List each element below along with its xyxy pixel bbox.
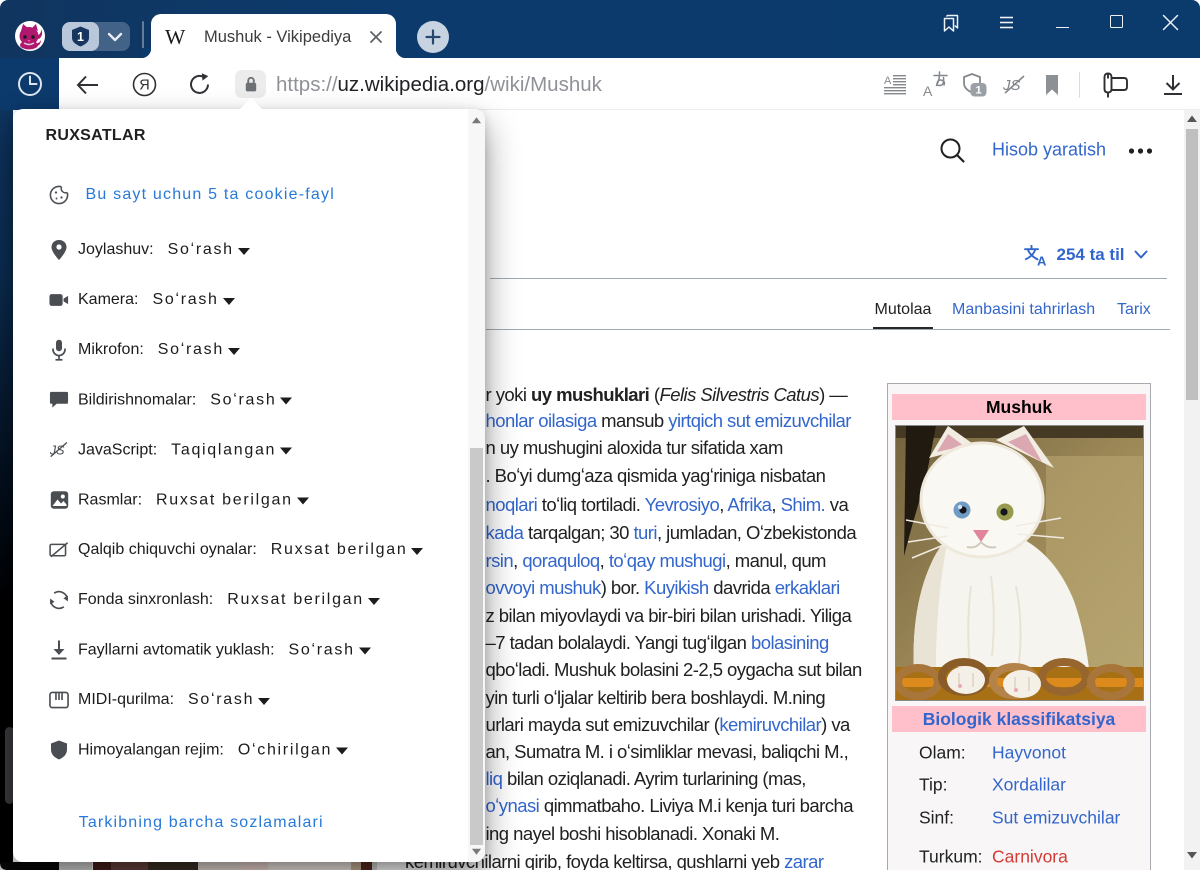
svg-text:1: 1 [77,30,84,44]
svg-text:A: A [1037,254,1047,267]
svg-text:A: A [884,75,892,87]
svg-text:1: 1 [975,85,981,97]
svg-text:Я: Я [139,78,149,94]
svg-text:JS: JS [1002,77,1021,94]
svg-text:A: A [923,83,933,98]
